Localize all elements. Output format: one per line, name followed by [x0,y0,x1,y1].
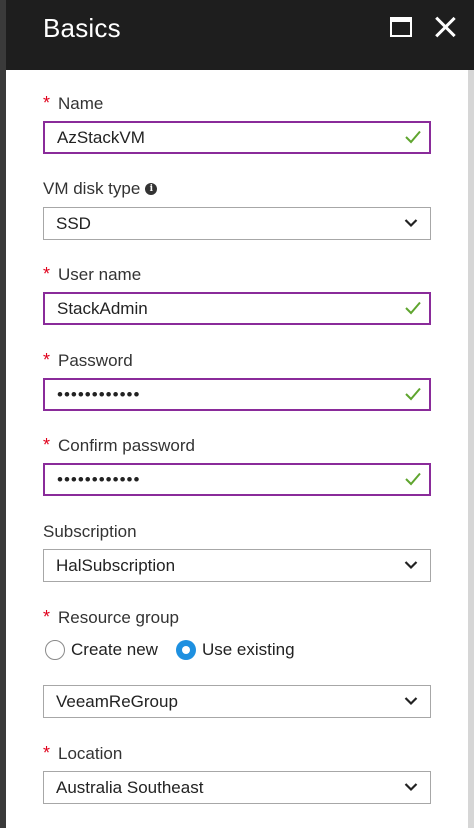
required-marker: * [43,264,51,284]
subscription-label: Subscription [43,522,137,542]
required-marker: * [43,607,51,627]
disk-type-value: SSD [56,214,91,233]
check-icon [405,130,421,144]
info-icon[interactable]: i [145,183,158,195]
radio-create-new[interactable]: Create new [45,640,158,660]
maximize-icon[interactable] [390,17,412,37]
radio-use-existing-label: Use existing [201,640,295,659]
name-label: * Name [43,93,103,114]
username-value: StackAdmin [57,299,148,318]
name-value: AzStackVM [57,128,145,147]
radio-use-existing[interactable]: Use existing [175,640,295,660]
required-marker: * [43,743,51,763]
chevron-down-icon [404,697,418,706]
confirm-password-label: * Confirm password [43,435,195,456]
resource-group-label-text: Resource group [58,607,179,627]
radio-use-existing-circle[interactable] [175,640,196,660]
subscription-select[interactable]: HalSubscription [43,549,431,582]
blade-title: Basics [43,13,121,43]
resource-group-select[interactable]: VeeamReGroup [43,685,431,718]
required-marker: * [43,435,51,455]
subscription-value: HalSubscription [56,556,176,575]
blade-header: Basics [6,0,474,70]
name-label-text: Name [58,93,104,113]
resource-group-label: * Resource group [43,607,179,628]
required-marker: * [43,93,51,113]
password-label: * Password [43,350,133,371]
chevron-down-icon [404,561,418,570]
disk-type-select[interactable]: SSD [43,207,431,240]
check-icon [405,387,421,401]
disk-type-label: VM disk type i [43,179,158,199]
close-icon[interactable] [432,14,458,40]
resource-group-value: VeeamReGroup [56,692,178,711]
username-input[interactable]: StackAdmin [43,292,431,325]
check-icon [405,472,421,486]
check-icon [405,301,421,315]
resource-group-radio-group: Create new Use existing [45,640,313,660]
disk-type-label-text: VM disk type [43,179,141,198]
chevron-down-icon [404,783,418,792]
username-label-text: User name [58,264,142,284]
password-label-text: Password [58,350,133,370]
username-label: * User name [43,264,141,285]
subscription-label-text: Subscription [43,522,137,541]
radio-create-new-label: Create new [71,640,158,659]
location-label-text: Location [58,743,123,763]
location-select[interactable]: Australia Southeast [43,771,431,804]
location-value: Australia Southeast [56,778,204,797]
password-value: •••••••••••• [57,385,141,404]
password-input[interactable]: •••••••••••• [43,378,431,411]
radio-create-new-circle[interactable] [45,640,65,660]
required-marker: * [43,350,51,370]
chevron-down-icon [404,219,418,228]
confirm-password-value: •••••••••••• [57,470,141,489]
scrollbar-track[interactable] [468,70,474,828]
name-input[interactable]: AzStackVM [43,121,431,154]
location-label: * Location [43,743,122,764]
confirm-password-label-text: Confirm password [58,435,196,455]
blade-left-edge [0,0,6,828]
confirm-password-input[interactable]: •••••••••••• [43,463,431,496]
